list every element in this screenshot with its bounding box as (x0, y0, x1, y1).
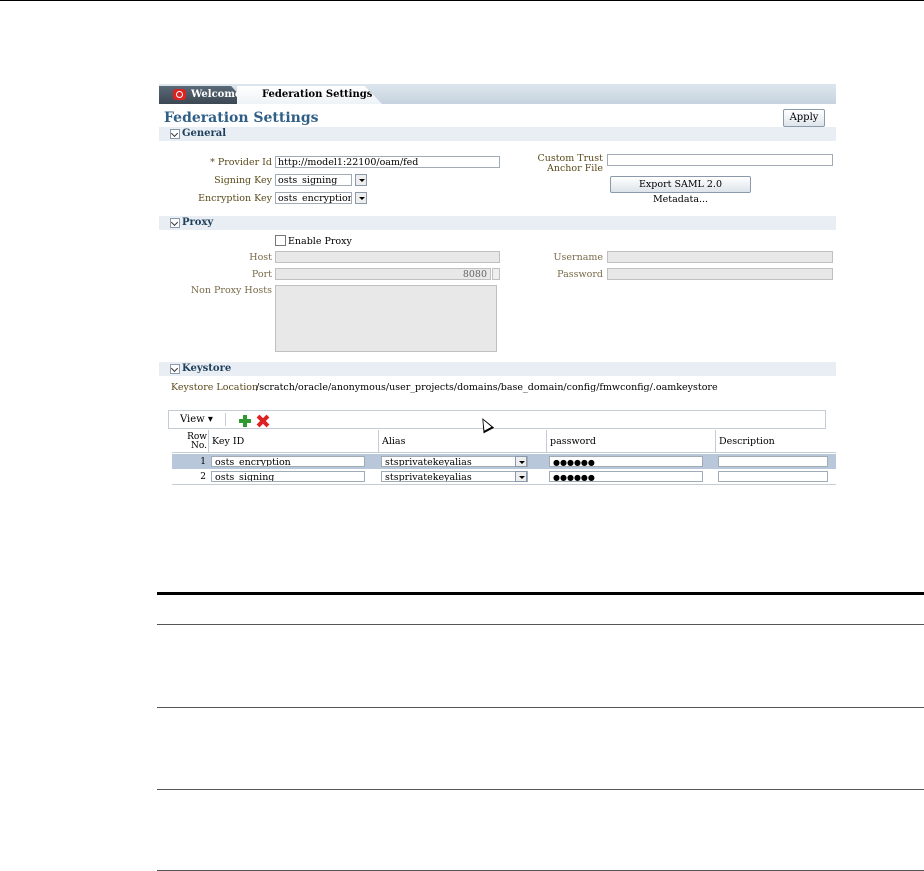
alias-select[interactable]: stsprivatekeyalias (381, 471, 528, 482)
doc-table-rule (157, 707, 924, 708)
doc-table-rule (157, 789, 924, 790)
row-number: 1 (200, 457, 206, 467)
collapse-icon[interactable] (170, 129, 180, 139)
port-label: Port (251, 269, 272, 280)
keystore-location-label: Keystore Location (171, 382, 259, 393)
password-label: Password (557, 269, 603, 280)
general-section-title: General (182, 128, 227, 139)
doc-table-rule (157, 624, 924, 625)
col-description[interactable]: Description (715, 430, 836, 452)
collapse-icon[interactable] (170, 218, 180, 228)
password-input[interactable] (607, 268, 833, 280)
signing-key-select[interactable]: osts_signing (275, 174, 352, 186)
oam-console-screenshot: Welcome Federation Settings Federation S… (159, 84, 836, 492)
keystore-location-value: /scratch/oracle/anonymous/user_projects/… (256, 382, 718, 393)
username-label: Username (553, 252, 603, 263)
encryption-key-label: Encryption Key (198, 193, 272, 204)
tab-federation-settings[interactable]: Federation Settings (237, 86, 382, 104)
chevron-down-icon[interactable] (515, 456, 527, 467)
key-id-input[interactable]: osts_encryption (211, 456, 365, 467)
provider-id-input[interactable]: http://model1:22100/oam/fed (275, 156, 500, 168)
tab-welcome[interactable]: Welcome (159, 86, 247, 104)
non-proxy-hosts-textarea[interactable] (275, 285, 497, 352)
collapse-icon[interactable] (170, 364, 180, 374)
col-password-label: password (550, 436, 596, 447)
view-menu[interactable]: View ▾ (180, 414, 213, 425)
proxy-section-header[interactable]: Proxy (159, 216, 836, 230)
col-description-label: Description (719, 436, 775, 447)
keystore-section-title: Keystore (182, 363, 232, 374)
custom-trust-anchor-input[interactable] (607, 154, 833, 166)
non-proxy-hosts-label: Non Proxy Hosts (190, 285, 272, 296)
toolbar-separator (225, 413, 226, 426)
description-input[interactable] (718, 471, 828, 482)
proxy-section-title: Proxy (182, 217, 214, 228)
chevron-down-icon[interactable] (355, 192, 367, 204)
password-field[interactable]: ●●●●●● (549, 456, 703, 467)
signing-key-label: Signing Key (214, 175, 272, 186)
col-row-no-line2: No. (191, 441, 207, 451)
host-label: Host (249, 252, 272, 263)
export-saml-metadata-button[interactable]: Export SAML 2.0 Metadata... (610, 176, 751, 205)
tab-bar: Welcome Federation Settings (159, 84, 836, 104)
alias-select[interactable]: stsprivatekeyalias (381, 456, 528, 467)
keystore-section-header[interactable]: Keystore (159, 362, 836, 376)
col-key-id-label: Key ID (212, 436, 245, 447)
tab-federation-settings-label: Federation Settings (262, 89, 373, 100)
chevron-down-icon[interactable] (515, 471, 527, 482)
description-input[interactable] (718, 456, 828, 467)
general-section-header[interactable]: General (159, 127, 836, 141)
page-title: Federation Settings (164, 110, 319, 126)
tab-welcome-label: Welcome (191, 89, 242, 100)
custom-trust-label-line2: Anchor File (547, 163, 603, 174)
delete-icon[interactable] (257, 415, 269, 427)
port-input[interactable]: 8080 (275, 268, 491, 280)
col-key-id[interactable]: Key ID (208, 430, 378, 452)
provider-id-label: * Provider Id (210, 157, 272, 168)
col-alias[interactable]: Alias (378, 430, 546, 452)
username-input[interactable] (607, 251, 833, 263)
row-number: 2 (200, 472, 206, 482)
password-field[interactable]: ●●●●●● (549, 471, 703, 482)
table-toolbar: View ▾ (168, 410, 826, 429)
top-rule (0, 0, 924, 1)
apply-button[interactable]: Apply (783, 109, 825, 127)
enable-proxy-checkbox[interactable] (275, 235, 286, 246)
host-input[interactable] (275, 251, 500, 263)
col-alias-label: Alias (382, 436, 406, 447)
add-icon[interactable] (239, 415, 251, 427)
oracle-logo-icon (173, 89, 186, 100)
port-spinner-icon[interactable] (492, 268, 500, 280)
chevron-down-icon[interactable] (355, 174, 367, 186)
key-id-input[interactable]: osts_signing (211, 471, 365, 482)
table-bottom-border (172, 484, 836, 485)
doc-table-top-rule (157, 592, 924, 595)
enable-proxy-label: Enable Proxy (288, 236, 352, 247)
encryption-key-select[interactable]: osts_encryption (275, 192, 352, 204)
col-password[interactable]: password (546, 430, 715, 452)
